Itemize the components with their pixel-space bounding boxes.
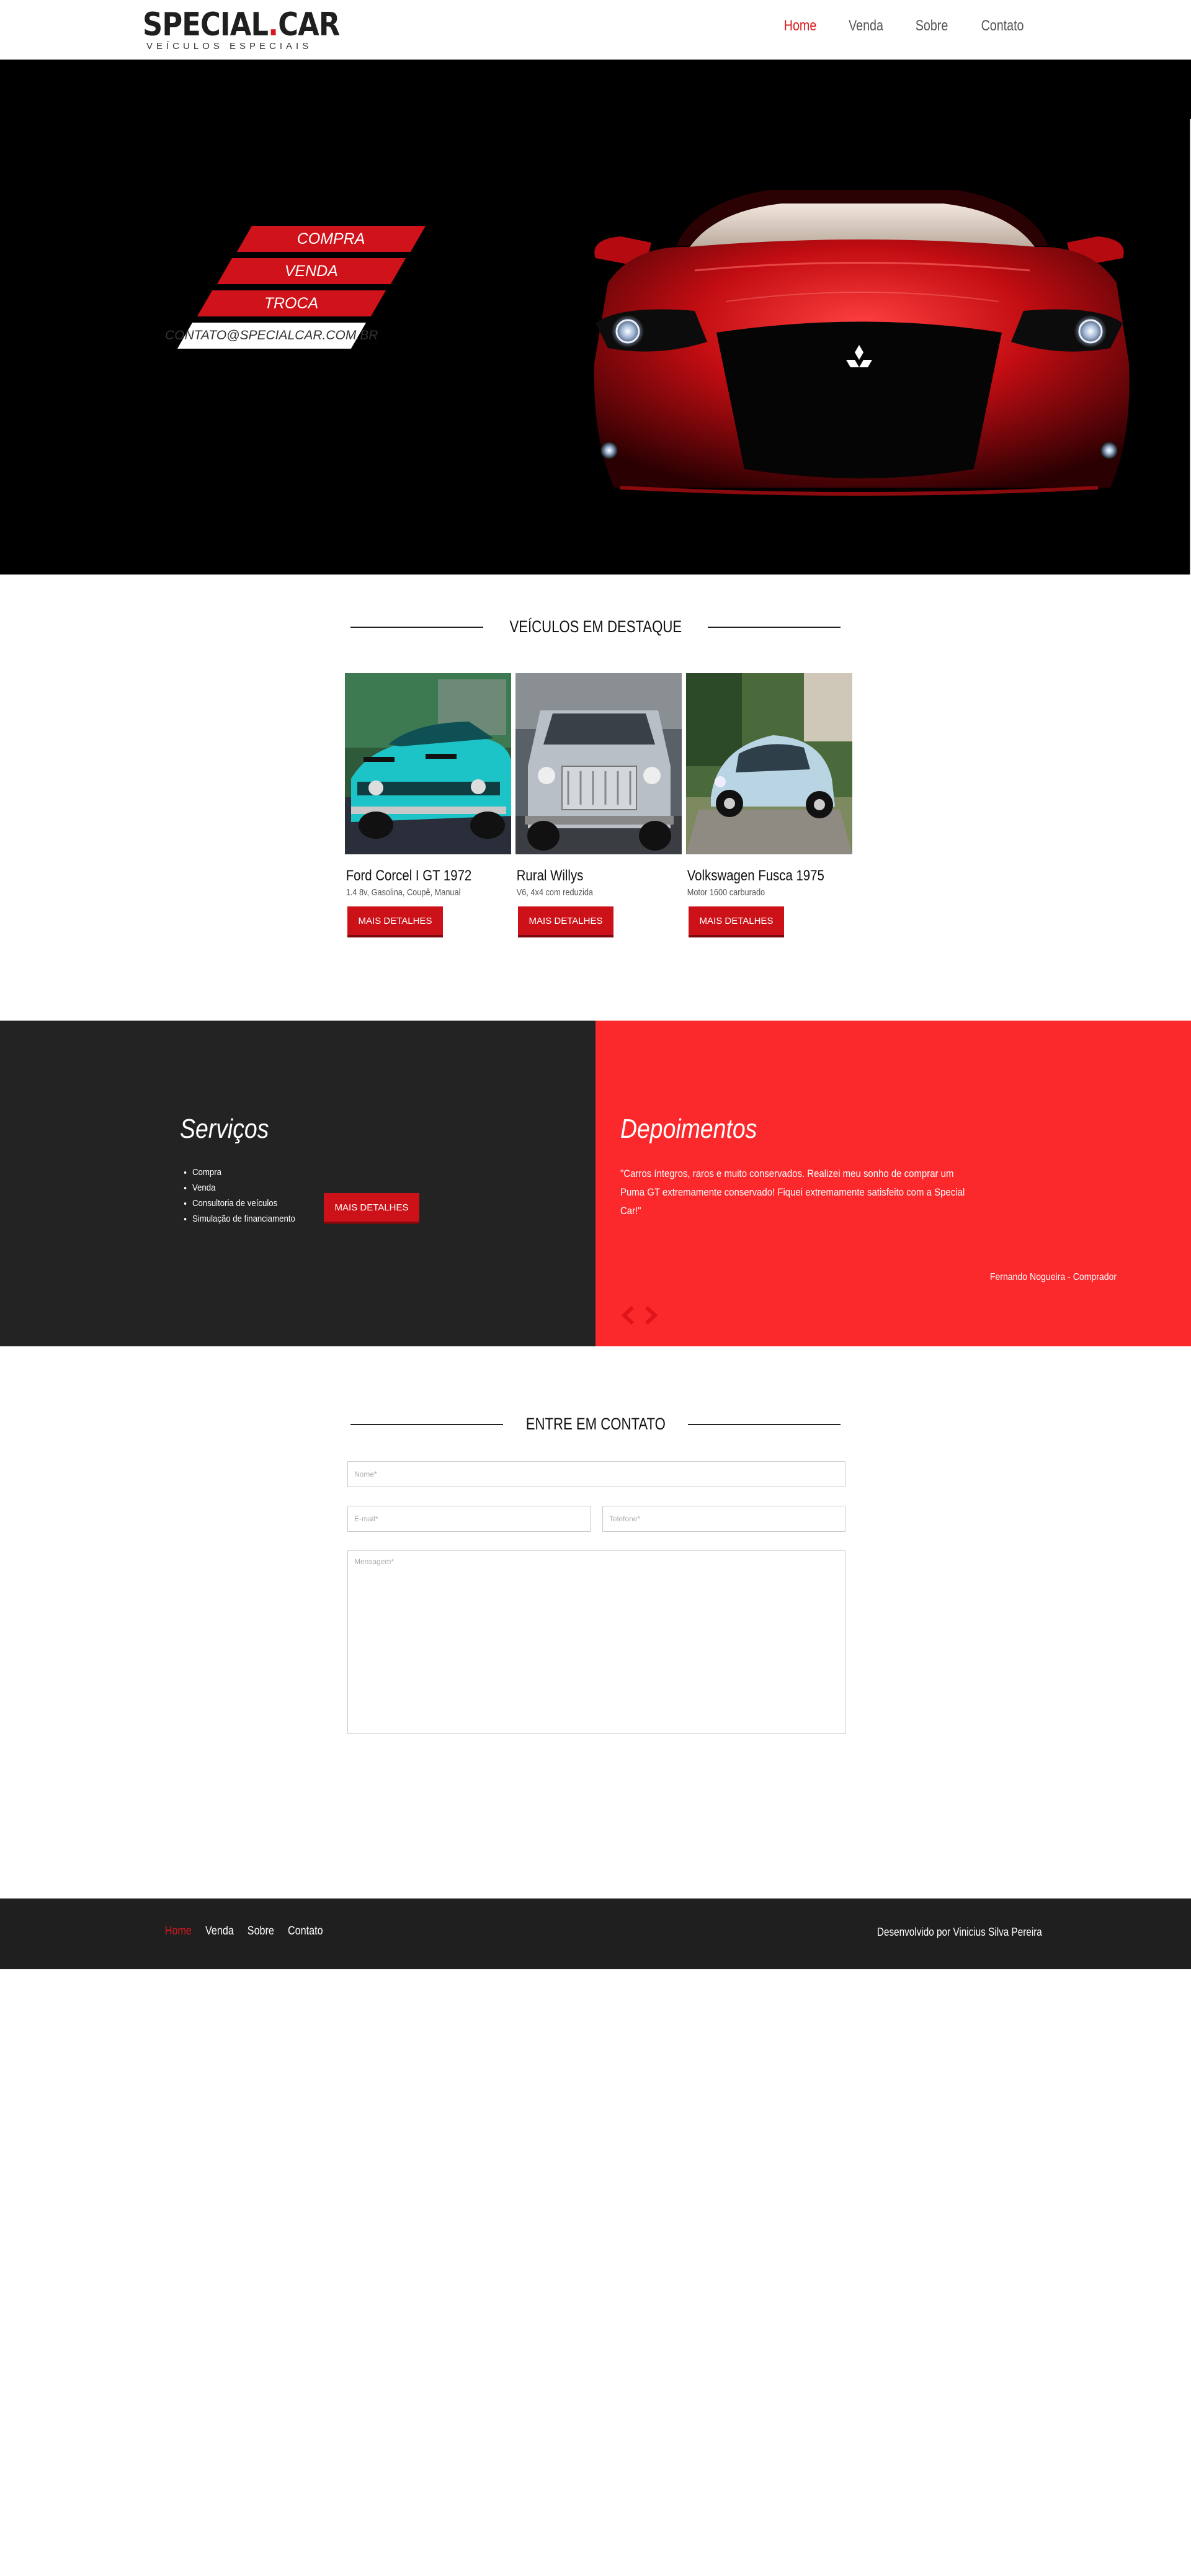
services-details-button[interactable]: MAIS DETALHES <box>324 1193 419 1224</box>
nav-home[interactable]: Home <box>784 17 817 35</box>
footer-nav: Home Venda Sobre Contato <box>163 1925 326 1938</box>
car-name: Rural Willys <box>516 867 584 884</box>
site-header: SPECIAL.CAR VEÍCULOS ESPECIAIS Home Vend… <box>0 0 1191 60</box>
hero-troca[interactable]: TROCA <box>197 290 386 316</box>
testimonials-heading: Depoimentos <box>620 1114 757 1144</box>
footer-nav-contato[interactable]: Contato <box>288 1925 323 1938</box>
nav-venda[interactable]: Venda <box>849 17 883 35</box>
car-card-corcel: Ford Corcel I GT 1972 1.4 8v, Gasolina, … <box>345 673 511 937</box>
nav-sobre[interactable]: Sobre <box>916 17 948 35</box>
services-section: Serviços Compra Venda Consultoria de veí… <box>0 1021 596 1346</box>
service-item: Compra <box>192 1165 295 1180</box>
hero-banner: COMPRA VENDA TROCA CONTATO@SPECIALCAR.CO… <box>0 60 1191 575</box>
testimonial-quote: "Carros íntegros, raros e muito conserva… <box>620 1168 965 1217</box>
contact-heading: ENTRE EM CONTATO <box>525 1415 666 1433</box>
footer-credit: Desenvolvido por Vinicius Silva Pereira <box>877 1926 1042 1938</box>
message-field[interactable] <box>347 1550 845 1734</box>
car-image-fusca[interactable] <box>686 673 852 854</box>
footer-nav-sobre[interactable]: Sobre <box>247 1925 274 1938</box>
hero-email[interactable]: CONTATO@SPECIALCAR.COM.BR <box>165 323 378 349</box>
service-item: Consultoria de veículos <box>192 1196 295 1211</box>
car-image-rural[interactable] <box>515 673 682 854</box>
testimonial-arrows <box>620 1306 659 1325</box>
service-item: Venda <box>192 1180 295 1196</box>
footer-nav-home[interactable]: Home <box>165 1925 192 1938</box>
phone-field[interactable] <box>602 1506 845 1532</box>
details-button-corcel[interactable]: MAIS DETALHES <box>347 906 443 937</box>
hero-compra[interactable]: COMPRA <box>236 226 426 252</box>
chevron-right-icon[interactable] <box>644 1306 659 1325</box>
hero-venda[interactable]: VENDA <box>216 258 406 284</box>
car-name: Volkswagen Fusca 1975 <box>687 867 824 884</box>
car-desc: Motor 1600 carburado <box>687 887 765 898</box>
nav-contato[interactable]: Contato <box>981 17 1024 35</box>
car-desc: 1.4 8v, Gasolina, Coupê, Manual <box>346 887 461 898</box>
site-footer: Home Venda Sobre Contato Desenvolvido po… <box>0 1898 1191 1969</box>
featured-title: VEÍCULOS EM DESTAQUE <box>350 617 841 637</box>
footer-nav-venda[interactable]: Venda <box>205 1925 234 1938</box>
email-field[interactable] <box>347 1506 591 1532</box>
services-list: Compra Venda Consultoria de veículos Sim… <box>192 1165 309 1227</box>
service-item: Simulação de financiamento <box>192 1211 295 1227</box>
car-name: Ford Corcel I GT 1972 <box>346 867 472 884</box>
brand-logo[interactable]: SPECIAL.CAR VEÍCULOS ESPECIAIS <box>143 6 340 53</box>
car-desc: V6, 4x4 com reduzida <box>516 887 594 898</box>
car-card-rural: Rural Willys V6, 4x4 com reduzida MAIS D… <box>515 673 682 937</box>
car-card-fusca: Volkswagen Fusca 1975 Motor 1600 carbura… <box>686 673 852 937</box>
details-button-fusca[interactable]: MAIS DETALHES <box>689 906 784 937</box>
featured-heading: VEÍCULOS EM DESTAQUE <box>509 617 682 636</box>
chevron-left-icon[interactable] <box>620 1306 635 1325</box>
testimonial-author: Fernando Nogueira - Comprador <box>989 1272 1117 1282</box>
testimonials-section: Depoimentos "Carros íntegros, raros e mu… <box>596 1021 1191 1346</box>
details-button-rural[interactable]: MAIS DETALHES <box>518 906 613 937</box>
name-field[interactable] <box>347 1461 845 1487</box>
hero-car-image <box>594 190 1130 496</box>
contact-title: ENTRE EM CONTATO <box>350 1415 841 1434</box>
featured-cars: Ford Corcel I GT 1972 1.4 8v, Gasolina, … <box>345 673 869 946</box>
main-nav: Home Venda Sobre Contato <box>780 17 1028 35</box>
logo-text: SPECIAL.CAR <box>143 6 340 43</box>
services-heading: Serviços <box>180 1114 269 1144</box>
car-image-corcel[interactable] <box>345 673 511 854</box>
